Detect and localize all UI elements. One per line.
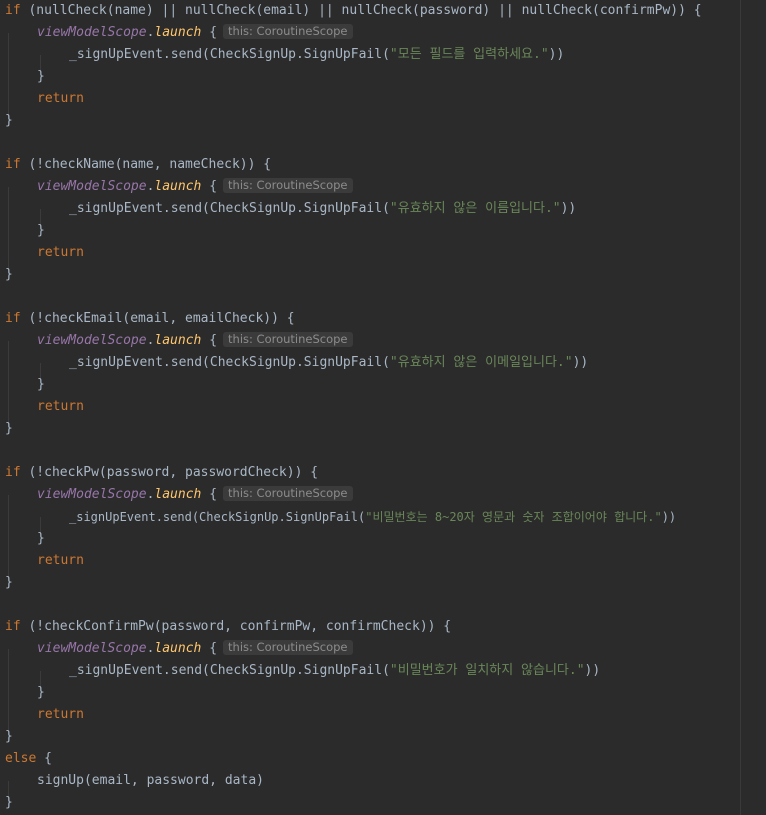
code-line[interactable]: }: [0, 418, 13, 440]
brace: {: [201, 333, 218, 348]
brace: {: [201, 641, 218, 656]
error-message-string: "유효하지 않은 이메일입니다.": [389, 355, 573, 370]
condition: (nullCheck(name) || nullCheck(email) || …: [20, 3, 702, 18]
send-suffix: )): [584, 663, 601, 678]
if-keyword: if: [5, 157, 21, 172]
launch-scope: viewModelScope: [37, 179, 147, 194]
code-line[interactable]: signUp(email, password, data): [0, 770, 264, 792]
code-line[interactable]: if (!checkEmail(email, emailCheck)) {: [0, 308, 295, 330]
brace: }: [37, 69, 45, 84]
launch-scope: viewModelScope: [37, 25, 147, 40]
brace: }: [37, 531, 45, 546]
condition: (!checkPw(password, passwordCheck)) {: [20, 465, 319, 480]
inlay-hint: this: CoroutineScope: [223, 332, 353, 347]
return-keyword: return: [37, 91, 84, 106]
error-message-string: "유효하지 않은 이름입니다.": [389, 201, 561, 216]
code-line[interactable]: if (!checkName(name, nameCheck)) {: [0, 154, 271, 176]
inlay-hint: this: CoroutineScope: [223, 486, 353, 501]
if-keyword: if: [5, 3, 21, 18]
launch-scope: viewModelScope: [37, 641, 147, 656]
brace: {: [201, 487, 218, 502]
brace: }: [5, 729, 13, 744]
condition: (!checkEmail(email, emailCheck)) {: [20, 311, 295, 326]
code-line[interactable]: return: [0, 396, 84, 418]
error-message-string: "모든 필드를 입력하세요.": [389, 47, 549, 62]
launch-call: launch: [154, 333, 202, 348]
send-call: _signUpEvent.send(CheckSignUp.SignUpFail…: [69, 510, 366, 524]
code-line[interactable]: }: [0, 682, 45, 704]
inlay-hint: this: CoroutineScope: [223, 178, 353, 193]
brace: }: [5, 113, 13, 128]
send-suffix: )): [661, 510, 677, 524]
code-line[interactable]: _signUpEvent.send(CheckSignUp.SignUpFail…: [0, 198, 576, 220]
brace: }: [5, 421, 13, 436]
send-call: _signUpEvent.send(CheckSignUp.SignUpFail…: [69, 663, 390, 678]
code-line[interactable]: }: [0, 66, 45, 88]
code-line[interactable]: return: [0, 550, 84, 572]
return-keyword: return: [37, 399, 84, 414]
brace: }: [5, 267, 13, 282]
right-margin-guide: [740, 0, 741, 815]
send-call: _signUpEvent.send(CheckSignUp.SignUpFail…: [69, 355, 390, 370]
brace: }: [5, 795, 13, 810]
brace: }: [37, 223, 45, 238]
return-keyword: return: [37, 553, 84, 568]
else-keyword: else: [5, 751, 37, 766]
send-suffix: )): [548, 47, 565, 62]
code-line[interactable]: viewModelScope.launch {this: CoroutineSc…: [0, 22, 353, 44]
code-line[interactable]: }: [0, 792, 13, 814]
code-line[interactable]: }: [0, 264, 13, 286]
brace: }: [5, 575, 13, 590]
code-line[interactable]: }: [0, 572, 13, 594]
brace: {: [201, 25, 218, 40]
code-line[interactable]: if (!checkPw(password, passwordCheck)) {: [0, 462, 318, 484]
inlay-hint: this: CoroutineScope: [223, 24, 353, 39]
code-line[interactable]: return: [0, 88, 84, 110]
launch-scope: viewModelScope: [37, 333, 147, 348]
signup-call: signUp(email, password, data): [37, 773, 264, 788]
brace: }: [37, 685, 45, 700]
code-editor[interactable]: if (nullCheck(name) || nullCheck(email) …: [0, 0, 766, 815]
launch-call: launch: [154, 179, 202, 194]
code-line[interactable]: viewModelScope.launch {this: CoroutineSc…: [0, 638, 353, 660]
if-keyword: if: [5, 311, 21, 326]
code-line[interactable]: }: [0, 220, 45, 242]
send-suffix: )): [572, 355, 589, 370]
code-line[interactable]: if (nullCheck(name) || nullCheck(email) …: [0, 0, 702, 22]
error-message-string: "비밀번호가 일치하지 않습니다.": [389, 663, 585, 678]
code-line[interactable]: _signUpEvent.send(CheckSignUp.SignUpFail…: [0, 660, 600, 682]
return-keyword: return: [37, 245, 84, 260]
code-line[interactable]: }: [0, 110, 13, 132]
code-line[interactable]: _signUpEvent.send(CheckSignUp.SignUpFail…: [0, 352, 588, 374]
return-keyword: return: [37, 707, 84, 722]
code-line[interactable]: }: [0, 726, 13, 748]
brace: }: [37, 377, 45, 392]
code-line[interactable]: }: [0, 528, 45, 550]
send-suffix: )): [560, 201, 577, 216]
code-line[interactable]: viewModelScope.launch {this: CoroutineSc…: [0, 484, 353, 506]
inlay-hint: this: CoroutineScope: [223, 640, 353, 655]
code-line[interactable]: if (!checkConfirmPw(password, confirmPw,…: [0, 616, 451, 638]
launch-call: launch: [154, 25, 202, 40]
code-line[interactable]: viewModelScope.launch {this: CoroutineSc…: [0, 176, 353, 198]
brace: {: [36, 751, 52, 766]
launch-call: launch: [154, 487, 202, 502]
error-message-string: "비밀번호는 8~20자 영문과 숫자 조합이어야 합니다.": [365, 510, 662, 524]
condition: (!checkName(name, nameCheck)) {: [20, 157, 272, 172]
send-call: _signUpEvent.send(CheckSignUp.SignUpFail…: [69, 201, 390, 216]
if-keyword: if: [5, 465, 21, 480]
launch-scope: viewModelScope: [37, 487, 147, 502]
code-line[interactable]: else {: [0, 748, 52, 770]
code-line[interactable]: }: [0, 374, 45, 396]
code-line[interactable]: _signUpEvent.send(CheckSignUp.SignUpFail…: [0, 506, 676, 528]
code-line[interactable]: viewModelScope.launch {this: CoroutineSc…: [0, 330, 353, 352]
if-keyword: if: [5, 619, 21, 634]
launch-call: launch: [154, 641, 202, 656]
brace: {: [201, 179, 218, 194]
code-line[interactable]: _signUpEvent.send(CheckSignUp.SignUpFail…: [0, 44, 564, 66]
code-line[interactable]: return: [0, 242, 84, 264]
condition: (!checkConfirmPw(password, confirmPw, co…: [20, 619, 452, 634]
send-call: _signUpEvent.send(CheckSignUp.SignUpFail…: [69, 47, 390, 62]
code-line[interactable]: return: [0, 704, 84, 726]
